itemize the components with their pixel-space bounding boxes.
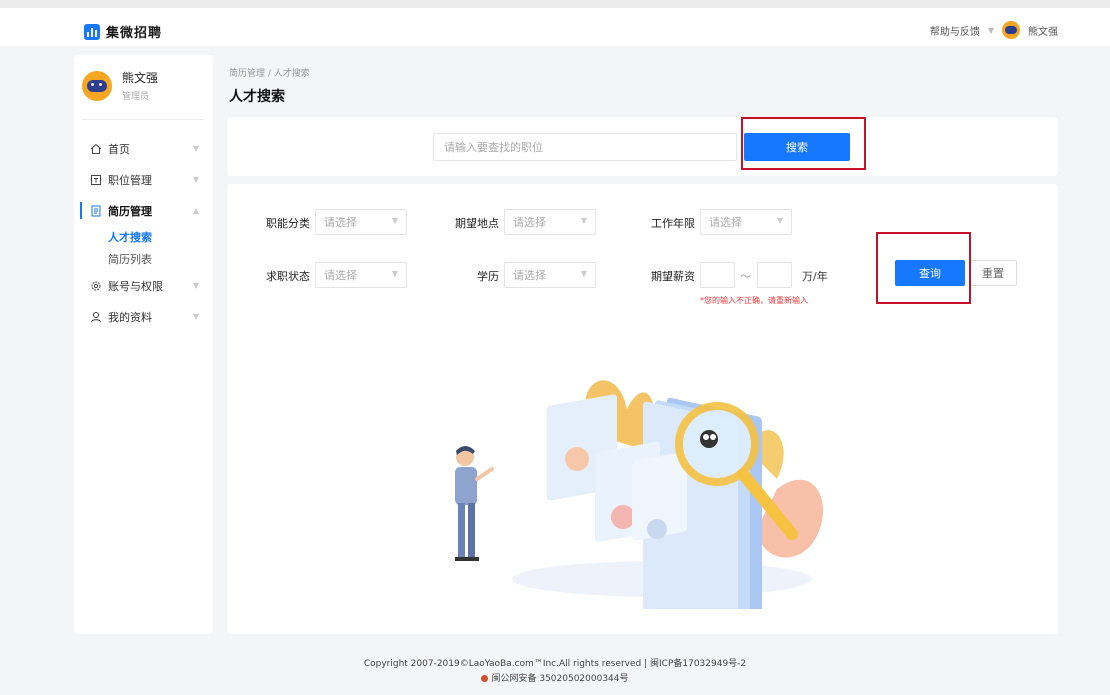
sidebar-item-my-profile[interactable]: 我的资料 ▼ (74, 301, 213, 332)
salary-unit: 万/年 (802, 270, 828, 283)
avatar (82, 70, 112, 101)
education-select[interactable]: 请选择 ▼ (504, 262, 596, 288)
app-logo[interactable]: 集微招聘 (84, 22, 162, 41)
salary-min-input[interactable] (700, 262, 735, 288)
chevron-down-icon: ▼ (391, 269, 398, 278)
function-label: 职能分类 (266, 217, 310, 230)
logo-icon (84, 23, 100, 40)
help-feedback-link[interactable]: 帮助与反馈 (930, 23, 980, 38)
sidebar-subitem-resume-list[interactable]: 简历列表 (74, 248, 213, 270)
sidebar-divider (82, 119, 204, 120)
gear-icon (90, 280, 102, 292)
sidebar-item-label: 账号与权限 (108, 279, 163, 293)
status-select-value: 请选择 (324, 269, 357, 282)
location-select[interactable]: 请选择 ▼ (504, 209, 596, 235)
page-title: 人才搜索 (229, 89, 285, 105)
search-button-highlight (741, 117, 866, 170)
chevron-down-icon: ▼ (192, 281, 199, 290)
sidebar-subitem-talent-search[interactable]: 人才搜索 (74, 226, 213, 248)
sidebar-item-label: 首页 (108, 142, 130, 156)
location-label: 期望地点 (455, 217, 499, 230)
query-button-highlight (876, 232, 971, 304)
home-icon (90, 143, 102, 155)
top-bar: 集微招聘 帮助与反馈 ▼ 熊文强 (0, 0, 1110, 46)
sidebar-item-label: 我的资料 (108, 310, 152, 324)
chevron-down-icon: ▼ (987, 25, 994, 35)
sidebar: 熊文强 管理员 首页 ▼ 职位管理 ▼ 简历管理 ▲ 人才搜索 简历列表 账号与… (74, 55, 213, 634)
app-name: 集微招聘 (106, 26, 163, 41)
chevron-down-icon: ▼ (192, 312, 199, 321)
user-avatar-small[interactable] (1002, 21, 1020, 39)
footer-police-text[interactable]: 闽公网安备 35020502000344号 (491, 674, 628, 684)
experience-label: 工作年限 (651, 217, 695, 230)
salary-separator: ～ (740, 270, 751, 283)
education-label: 学历 (477, 270, 499, 283)
chevron-down-icon: ▼ (192, 144, 199, 153)
position-icon (90, 174, 102, 186)
footer-police-record: 闽公网安备 35020502000344号 (0, 672, 1110, 687)
footer: Copyright 2007-2019©LaoYaoBa.com™Inc.All… (0, 657, 1110, 687)
chevron-down-icon: ▼ (580, 216, 587, 225)
education-select-value: 请选择 (513, 269, 546, 282)
breadcrumb[interactable]: 简历管理 / 人才搜索 (229, 66, 310, 79)
location-select-value: 请选择 (513, 216, 546, 229)
talent-search-illustration (455, 380, 824, 609)
user-role: 管理员 (122, 92, 150, 102)
sidebar-item-home[interactable]: 首页 ▼ (74, 133, 213, 164)
salary-label: 期望薪资 (651, 270, 695, 283)
sidebar-item-label: 职位管理 (108, 173, 152, 187)
salary-max-input[interactable] (757, 262, 792, 288)
chevron-up-icon: ▲ (192, 206, 199, 215)
chevron-down-icon: ▼ (776, 216, 783, 225)
chevron-down-icon: ▼ (391, 216, 398, 225)
resume-icon (90, 205, 102, 217)
experience-select[interactable]: 请选择 ▼ (700, 209, 792, 235)
search-panel: 搜索 (227, 117, 1058, 176)
function-select-value: 请选择 (324, 216, 357, 229)
police-badge-icon (481, 675, 489, 682)
sidebar-item-resumes[interactable]: 简历管理 ▲ (74, 195, 213, 226)
chevron-down-icon: ▼ (192, 175, 199, 184)
status-label: 求职状态 (266, 270, 310, 283)
sidebar-item-account-permissions[interactable]: 账号与权限 ▼ (74, 270, 213, 301)
user-name: 熊文强 (122, 71, 159, 85)
user-icon (90, 311, 102, 323)
sidebar-menu: 首页 ▼ 职位管理 ▼ 简历管理 ▲ 人才搜索 简历列表 账号与权限 ▼ 我的资… (74, 133, 213, 332)
sidebar-item-positions[interactable]: 职位管理 ▼ (74, 164, 213, 195)
footer-copyright: Copyright 2007-2019©LaoYaoBa.com™Inc.All… (363, 659, 747, 669)
function-select[interactable]: 请选择 ▼ (315, 209, 407, 235)
chevron-down-icon: ▼ (580, 269, 587, 278)
reset-button[interactable]: 重置 (969, 260, 1017, 286)
sidebar-item-label: 简历管理 (108, 204, 152, 218)
status-select[interactable]: 请选择 ▼ (315, 262, 407, 288)
experience-select-value: 请选择 (709, 216, 742, 229)
top-user-name[interactable]: 熊文强 (1028, 23, 1058, 38)
user-profile: 熊文强 管理员 (82, 69, 158, 102)
search-input[interactable] (433, 133, 737, 161)
salary-error-message: *您的输入不正确，请重新输入 (700, 296, 808, 305)
